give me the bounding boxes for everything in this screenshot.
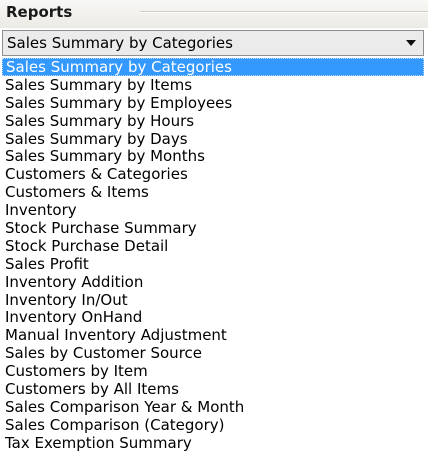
report-option[interactable]: Sales Summary by Hours <box>2 112 424 130</box>
report-option[interactable]: Tax Exemption Summary <box>2 434 424 452</box>
report-option[interactable]: Sales Summary by Items <box>2 76 424 94</box>
report-option[interactable]: Inventory OnHand <box>2 308 424 327</box>
report-option[interactable]: Customers by All Items <box>2 380 424 398</box>
report-option[interactable]: Sales by Customer Source <box>2 344 424 362</box>
report-option[interactable]: Sales Summary by Categories <box>2 58 424 76</box>
report-option[interactable]: Sales Comparison Year & Month <box>2 398 424 416</box>
chevron-down-icon[interactable] <box>406 40 416 46</box>
report-option[interactable]: Stock Purchase Detail <box>2 237 424 255</box>
report-option[interactable]: Customers & Items <box>2 183 424 201</box>
report-option[interactable]: Inventory Addition <box>2 273 424 291</box>
header-divider <box>140 11 428 13</box>
report-option[interactable]: Manual Inventory Adjustment <box>2 326 424 344</box>
report-option[interactable]: Sales Comparison (Category) <box>2 416 424 434</box>
report-option[interactable]: Customers by Item <box>2 362 424 380</box>
report-option[interactable]: Stock Purchase Summary <box>2 219 424 237</box>
reports-header: Reports <box>0 0 428 28</box>
report-option[interactable]: Inventory <box>2 201 424 219</box>
report-option[interactable]: Sales Summary by Employees <box>2 94 424 112</box>
section-title: Reports <box>6 3 73 21</box>
report-option[interactable]: Sales Summary by Months <box>2 147 424 166</box>
report-option[interactable]: Inventory In/Out <box>2 291 424 309</box>
report-option[interactable]: Sales Summary by Days <box>2 130 424 148</box>
report-option[interactable]: Sales Profit <box>2 255 424 273</box>
report-select-value: Sales Summary by Categories <box>7 34 233 52</box>
report-options-list: Sales Summary by Categories Sales Summar… <box>2 58 424 452</box>
report-select[interactable]: Sales Summary by Categories <box>2 30 424 56</box>
report-option[interactable]: Customers & Categories <box>2 165 424 183</box>
